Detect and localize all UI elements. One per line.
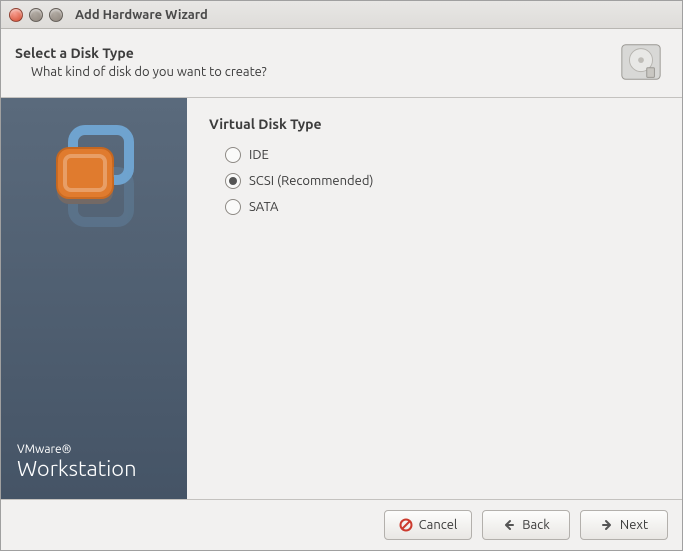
radio-icon <box>225 199 241 215</box>
titlebar: Add Hardware Wizard <box>1 1 682 29</box>
window-maximize-button[interactable] <box>49 8 63 22</box>
window-minimize-button[interactable] <box>29 8 43 22</box>
wizard-header: Select a Disk Type What kind of disk do … <box>1 29 682 98</box>
arrow-right-icon <box>600 518 614 532</box>
radio-label: SCSI (Recommended) <box>249 174 374 188</box>
wizard-content: VMware® Workstation Virtual Disk Type ID… <box>1 98 682 499</box>
cancel-icon <box>399 518 413 532</box>
disk-type-option-sata[interactable]: SATA <box>209 194 660 220</box>
sidebar-logo-wrap <box>1 122 187 272</box>
arrow-left-icon <box>502 518 516 532</box>
sidebar-brand: VMware® Workstation <box>17 443 137 481</box>
wizard-header-text: Select a Disk Type What kind of disk do … <box>15 45 267 79</box>
radio-label: SATA <box>249 200 279 214</box>
window-close-button[interactable] <box>9 8 23 22</box>
radio-icon <box>225 173 241 189</box>
wizard-sidebar: VMware® Workstation <box>1 98 187 499</box>
wizard-main-pane: Virtual Disk Type IDE SCSI (Recommended)… <box>187 98 682 499</box>
brand-name-small: VMware® <box>17 443 137 456</box>
disk-type-option-scsi[interactable]: SCSI (Recommended) <box>209 168 660 194</box>
wizard-button-bar: Cancel Back Next <box>1 499 682 550</box>
disk-type-option-ide[interactable]: IDE <box>209 142 660 168</box>
cancel-button[interactable]: Cancel <box>384 510 472 540</box>
radio-icon <box>225 147 241 163</box>
vmware-logo-icon <box>39 122 149 272</box>
next-label: Next <box>620 518 648 532</box>
next-button[interactable]: Next <box>580 510 668 540</box>
wizard-step-subtitle: What kind of disk do you want to create? <box>31 65 267 79</box>
back-label: Back <box>522 518 550 532</box>
cancel-label: Cancel <box>419 518 458 532</box>
window-title: Add Hardware Wizard <box>75 8 208 22</box>
wizard-window: Add Hardware Wizard Select a Disk Type W… <box>0 0 683 551</box>
section-title: Virtual Disk Type <box>209 116 660 132</box>
wizard-step-title: Select a Disk Type <box>15 45 267 61</box>
back-button[interactable]: Back <box>482 510 570 540</box>
hard-disk-icon <box>618 39 664 85</box>
radio-label: IDE <box>249 148 269 162</box>
brand-name-big: Workstation <box>17 456 137 481</box>
